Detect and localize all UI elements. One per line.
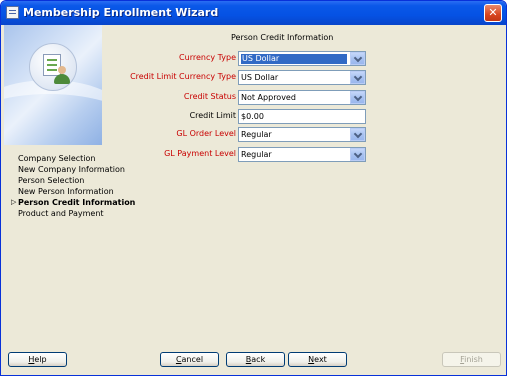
- step-label: Product and Payment: [18, 209, 104, 218]
- credit-limit-currency-type-row: Credit Limit Currency Type US Dollar: [104, 70, 367, 85]
- currency-type-row: Currency Type US Dollar: [104, 51, 367, 66]
- gl-order-level-select[interactable]: Regular: [238, 127, 366, 142]
- step-new-company-information: New Company Information: [18, 164, 148, 175]
- credit-status-select[interactable]: Not Approved: [238, 90, 366, 105]
- wizard-client-area: Company Selection New Company Informatio…: [4, 25, 503, 374]
- step-person-selection: Person Selection: [18, 175, 148, 186]
- chevron-down-icon[interactable]: [350, 91, 365, 104]
- step-label: New Person Information: [18, 187, 114, 196]
- back-button[interactable]: Back: [226, 352, 285, 367]
- cancel-label: ancel: [181, 355, 204, 364]
- credit-limit-currency-type-select[interactable]: US Dollar: [238, 70, 366, 85]
- wizard-steps: Company Selection New Company Informatio…: [11, 153, 148, 219]
- gl-payment-level-select[interactable]: Regular: [238, 147, 366, 162]
- step-label: Person Selection: [18, 176, 85, 185]
- next-button[interactable]: Next: [288, 352, 347, 367]
- step-label: Company Selection: [18, 154, 96, 163]
- gl-payment-level-row: GL Payment Level Regular: [104, 147, 367, 162]
- credit-limit-label: Credit Limit: [189, 111, 236, 120]
- wizard-button-bar: Help Cancel Back Next Finish: [4, 352, 503, 370]
- step-label: New Company Information: [18, 165, 125, 174]
- wizard-window: Membership Enrollment Wizard ✕ Company S…: [0, 0, 507, 376]
- chevron-down-icon[interactable]: [350, 148, 365, 161]
- chevron-down-icon[interactable]: [350, 71, 365, 84]
- back-label: ack: [251, 355, 266, 364]
- current-step-arrow-icon: ▷: [11, 198, 17, 206]
- gl-order-level-label: GL Order Level: [176, 129, 236, 138]
- credit-limit-row: Credit Limit $0.00: [104, 109, 367, 124]
- gl-order-level-row: GL Order Level Regular: [104, 127, 367, 142]
- next-label: ext: [314, 355, 327, 364]
- section-title: Person Credit Information: [231, 33, 334, 42]
- credit-status-row: Credit Status Not Approved: [104, 90, 367, 105]
- help-label: elp: [34, 355, 47, 364]
- window-title: Membership Enrollment Wizard: [23, 6, 219, 19]
- credit-limit-currency-type-label: Credit Limit Currency Type: [130, 72, 236, 81]
- chevron-down-icon[interactable]: [350, 128, 365, 141]
- gl-payment-level-label: GL Payment Level: [164, 149, 236, 158]
- help-button[interactable]: Help: [8, 352, 67, 367]
- currency-type-label: Currency Type: [179, 53, 236, 62]
- currency-type-select[interactable]: US Dollar: [238, 51, 366, 66]
- step-label: Person Credit Information: [18, 198, 136, 207]
- step-new-person-information: New Person Information: [18, 186, 148, 197]
- credit-status-value: Not Approved: [241, 93, 296, 102]
- credit-limit-value: $0.00: [241, 112, 264, 121]
- step-person-credit-information: ▷ Person Credit Information: [11, 197, 148, 208]
- gl-order-level-value: Regular: [241, 130, 272, 139]
- enrollment-icon: [29, 43, 77, 91]
- finish-button[interactable]: Finish: [442, 352, 501, 367]
- wizard-banner: [4, 25, 102, 145]
- chevron-down-icon[interactable]: [350, 52, 365, 65]
- currency-type-value: US Dollar: [241, 54, 347, 64]
- person-icon: [54, 66, 70, 84]
- title-bar[interactable]: Membership Enrollment Wizard ✕: [1, 1, 506, 25]
- credit-limit-currency-type-value: US Dollar: [241, 73, 279, 82]
- gl-payment-level-value: Regular: [241, 150, 272, 159]
- cancel-button[interactable]: Cancel: [160, 352, 219, 367]
- credit-status-label: Credit Status: [183, 92, 236, 101]
- close-button[interactable]: ✕: [484, 4, 502, 22]
- app-icon: [6, 6, 19, 19]
- credit-limit-input[interactable]: $0.00: [238, 109, 366, 124]
- finish-label: inish: [464, 355, 483, 364]
- step-product-and-payment: Product and Payment: [18, 208, 148, 219]
